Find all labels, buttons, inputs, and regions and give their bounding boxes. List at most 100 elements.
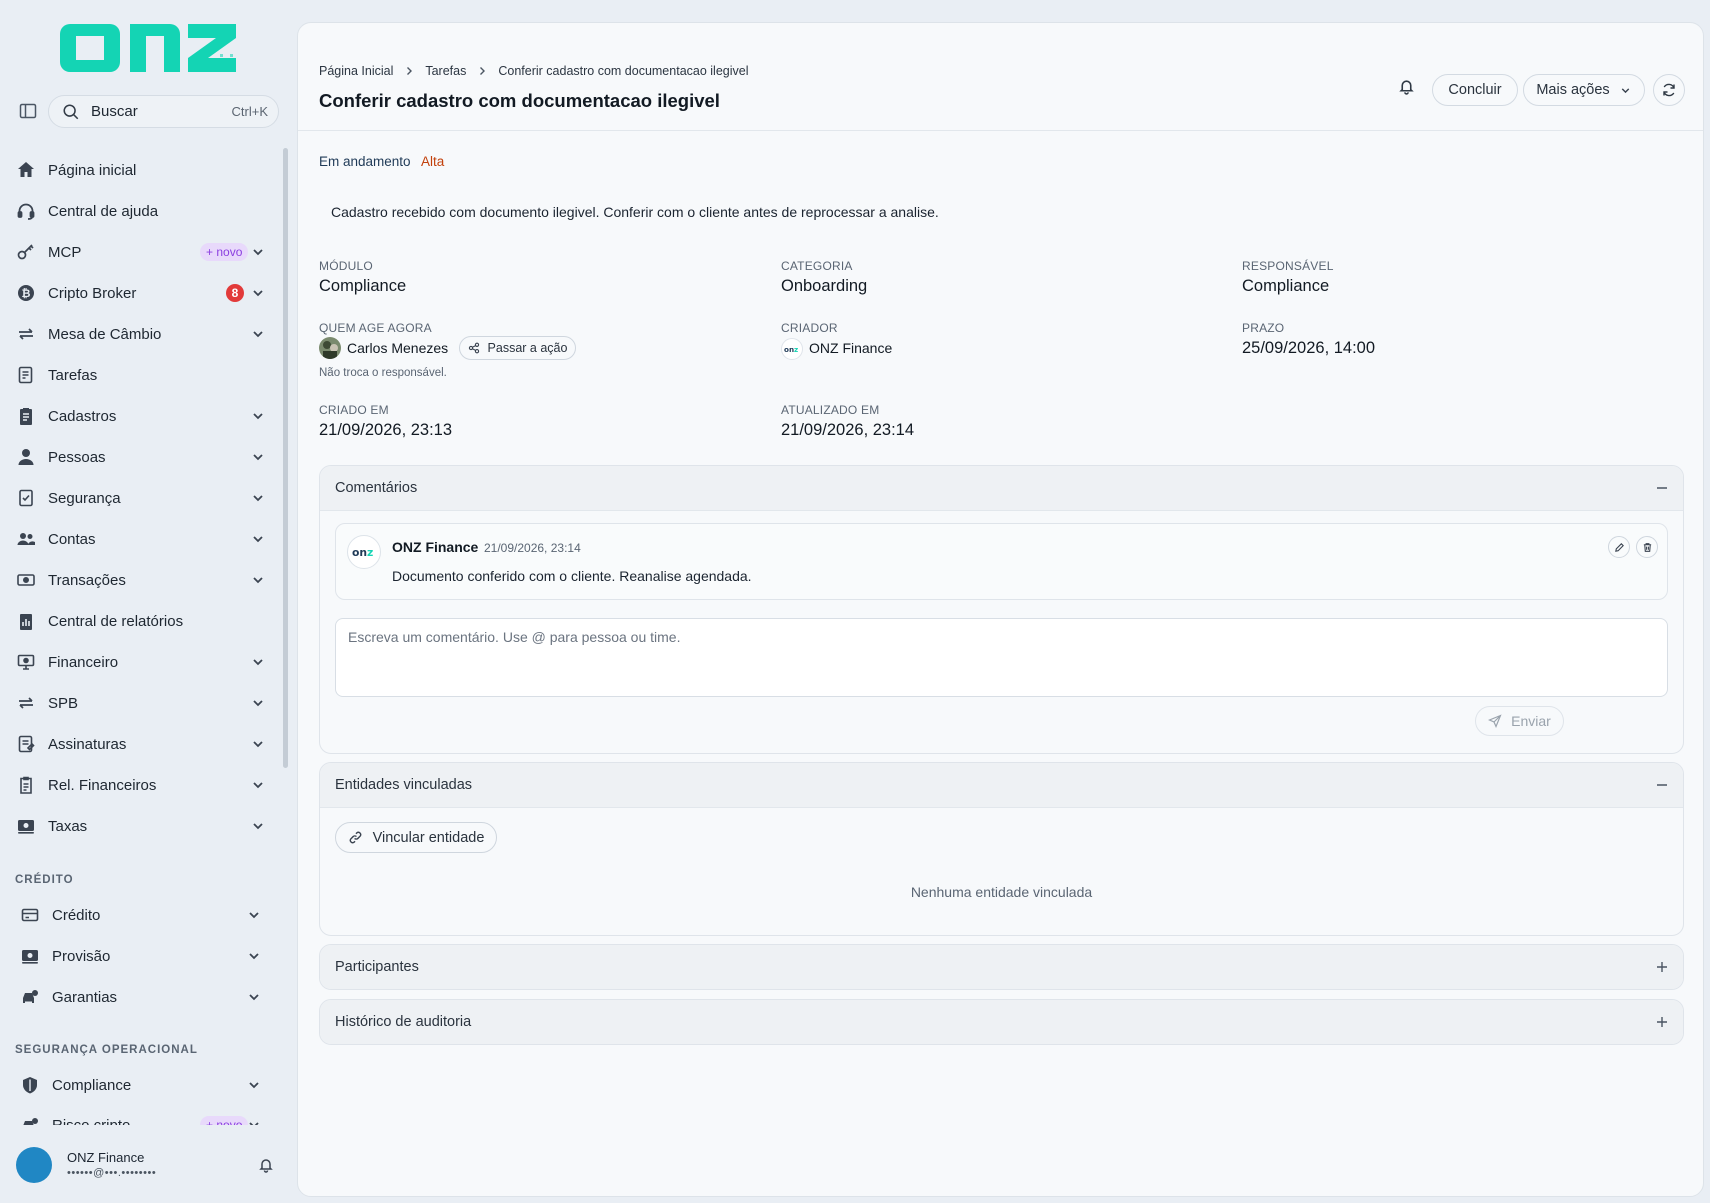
sidebar-item-label: Financeiro [48,653,119,671]
chevron-down-icon[interactable] [250,818,266,834]
chevron-down-icon[interactable] [246,948,262,964]
sidebar-item-pagina-inicial[interactable]: Página inicial [0,152,276,188]
participants-section[interactable]: Participantes [319,944,1684,990]
chevron-down-icon[interactable] [250,326,266,342]
sidebar-item-label: SPB [48,694,79,712]
sidebar-item-assinaturas[interactable]: Assinaturas [0,726,276,762]
sidebar-scrollbar[interactable] [283,148,288,768]
audit-history-header[interactable]: Histórico de auditoria [320,1000,1683,1044]
search-bar[interactable]: Buscar Ctrl+K [48,95,279,128]
chevron-down-icon[interactable] [250,244,266,260]
sidebar-item-label: Rel. Financeiros [48,776,157,794]
chevron-down-icon[interactable] [250,654,266,670]
sidebar-item-label: Assinaturas [48,735,127,753]
comments-header[interactable]: Comentários [320,466,1683,511]
avatar[interactable] [16,1147,52,1183]
send-comment-button[interactable]: Enviar [1475,706,1564,736]
nav-section-seguranca-operacional: SEGURANÇA OPERACIONAL [15,1044,198,1056]
linked-entities-header[interactable]: Entidades vinculadas [320,763,1683,808]
money-icon [17,574,35,586]
sidebar-item-cadastros[interactable]: Cadastros [0,398,276,434]
comments-section: Comentários on z ONZ Finance 21/09/2026, … [319,465,1684,754]
search-icon [63,103,79,119]
sidebar-item-seguranca[interactable]: Segurança [0,480,276,516]
sidebar-item-mcp[interactable]: MCP + novo [0,234,276,270]
chevron-down-icon[interactable] [246,1077,262,1093]
home-icon [18,162,34,177]
sidebar-toggle-icon[interactable] [18,101,38,121]
sidebar-item-pessoas[interactable]: Pessoas [0,439,276,475]
chevron-down-icon[interactable] [250,449,266,465]
delete-comment-button[interactable] [1636,536,1658,558]
bitcoin-icon: ₿ [18,285,34,301]
refresh-button[interactable] [1653,74,1685,106]
chevron-down-icon[interactable] [246,1117,262,1125]
minus-icon[interactable] [1655,481,1669,495]
onz-logo[interactable] [54,18,240,78]
sidebar-item-central-de-ajuda[interactable]: Central de ajuda [0,193,276,229]
sidebar-item-mesa-de-cambio[interactable]: Mesa de Câmbio [0,316,276,352]
chevron-down-icon[interactable] [250,777,266,793]
edit-comment-button[interactable] [1608,536,1630,558]
new-badge: + novo [200,1116,249,1125]
chevron-down-icon[interactable] [250,531,266,547]
bell-icon[interactable] [1398,78,1415,95]
bell-icon[interactable] [258,1157,274,1173]
chevron-down-icon[interactable] [246,989,262,1005]
sidebar-item-cripto-broker[interactable]: ₿ Cripto Broker 8 [0,275,276,311]
field-value-modulo: Compliance [319,277,407,295]
empty-state-text: Nenhuma entidade vinculada [910,884,1093,900]
sidebar-item-label: Transações [48,571,126,589]
sidebar-item-spb[interactable]: SPB [0,685,276,721]
sidebar-item-risco-cripto[interactable]: Risco cripto + novo [0,1107,276,1125]
audit-history-section[interactable]: Histórico de auditoria [319,999,1684,1045]
sidebar-item-label: Provisão [52,947,111,965]
notification-count-badge: 8 [226,284,244,302]
conclude-button[interactable]: Concluir [1432,74,1518,106]
shield-doc-icon [19,489,33,507]
chevron-down-icon[interactable] [250,408,266,424]
sidebar-item-credito[interactable]: Crédito [0,897,276,933]
onz-mini-logo-icon: on z [784,345,798,353]
chevron-down-icon[interactable] [250,572,266,588]
sidebar-item-tarefas[interactable]: Tarefas [0,357,276,393]
minus-icon[interactable] [1655,778,1669,792]
chevron-down-icon[interactable] [246,907,262,923]
chevron-down-icon[interactable] [250,490,266,506]
sidebar-item-label: Segurança [48,489,121,507]
chevron-down-icon[interactable] [250,736,266,752]
sidebar-item-taxas[interactable]: Taxas [0,808,276,844]
sidebar-item-compliance[interactable]: Compliance [0,1067,276,1103]
link-entity-button[interactable]: Vincular entidade [335,822,497,853]
sidebar-item-contas[interactable]: Contas [0,521,276,557]
participants-header[interactable]: Participantes [320,945,1683,989]
field-label-modulo: MÓDULO [319,259,373,273]
sidebar-item-central-de-relatorios[interactable]: Central de relatórios [0,603,276,639]
sidebar-item-label: Mesa de Câmbio [48,325,162,343]
clipboard-icon [20,776,32,794]
status-badge: Em andamento [319,154,411,169]
sidebar-item-label: Pessoas [48,448,106,466]
more-actions-button[interactable]: Mais ações [1523,74,1645,106]
sidebar-item-label: Cadastros [48,407,117,425]
sidebar-item-provisao[interactable]: Provisão [0,938,276,974]
field-value-criado-em: 21/09/2026, 23:13 [319,421,453,439]
sidebar-item-rel-financeiros[interactable]: Rel. Financeiros [0,767,276,803]
pass-action-button[interactable]: Passar a ação [459,336,576,360]
chevron-down-icon[interactable] [250,695,266,711]
sidebar-item-financeiro[interactable]: Financeiro [0,644,276,680]
chevron-down-icon[interactable] [250,285,266,301]
sidebar-item-garantias[interactable]: Garantias [0,979,276,1015]
svg-text:z: z [794,345,798,353]
sidebar-item-transacoes[interactable]: Transações [0,562,276,598]
field-label-criador: CRIADOR [781,321,838,335]
comment-input[interactable] [335,618,1668,697]
user-profile[interactable]: ONZ Finance ••••••@•••.•••••••• [0,1140,296,1190]
breadcrumb-tasks[interactable]: Tarefas [425,64,466,78]
plus-icon[interactable] [1655,960,1669,974]
plus-icon[interactable] [1655,1015,1669,1029]
money-icon [22,950,38,964]
page-title: Conferir cadastro com documentacao ilegi… [319,90,720,111]
breadcrumb-home[interactable]: Página Inicial [319,64,393,78]
users-icon [17,533,35,545]
